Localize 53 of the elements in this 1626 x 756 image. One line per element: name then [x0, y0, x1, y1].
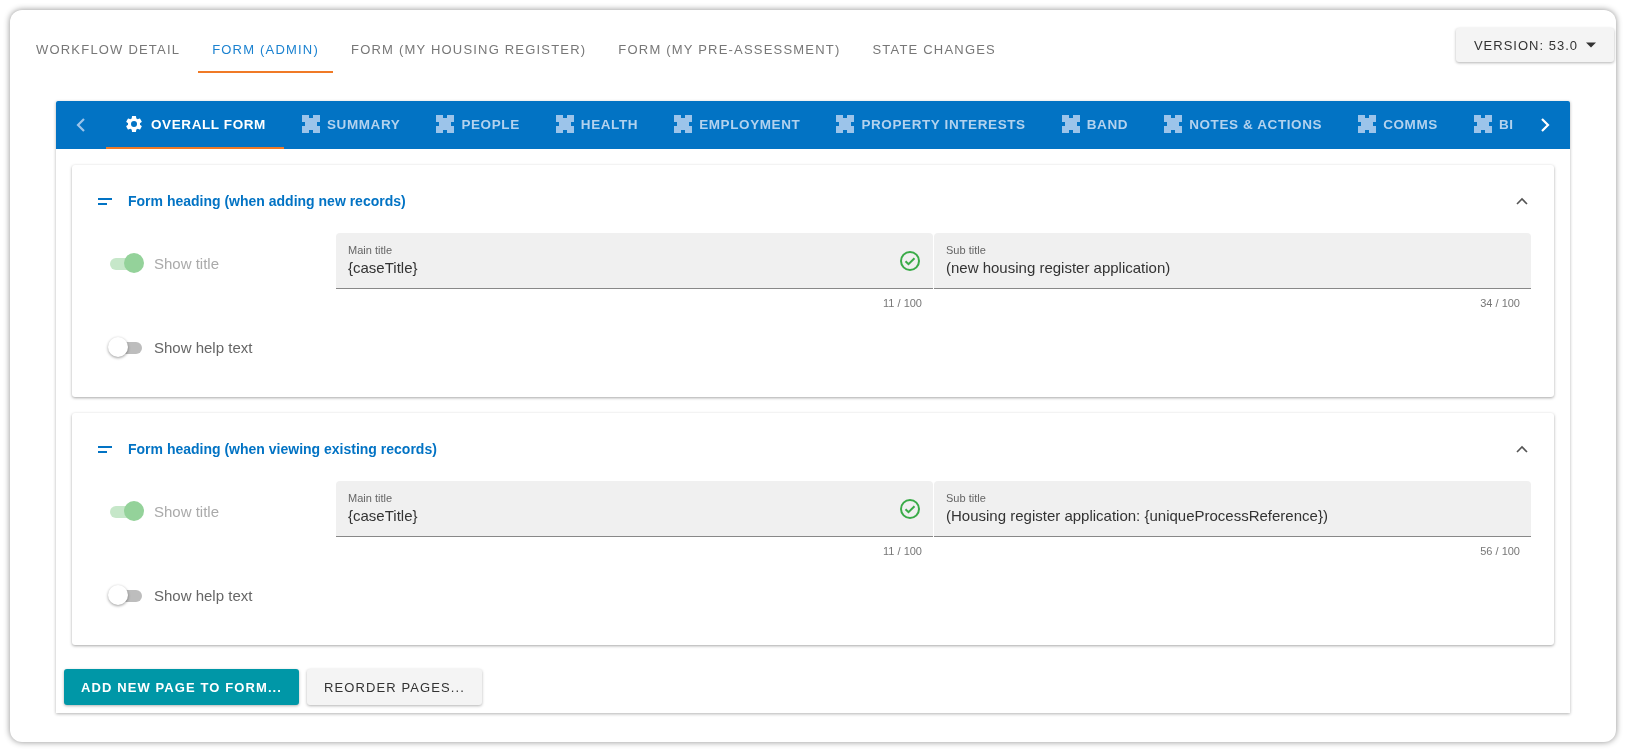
drag-handle-icon	[98, 445, 112, 453]
text-field[interactable]: Sub title (Housing register application: {uniqueProcessReference})	[934, 481, 1531, 537]
chevron-right-icon	[1540, 118, 1550, 132]
page-tab[interactable]: FORM (MY HOUSING REGISTER)	[337, 32, 601, 73]
reorder-button[interactable]: REORDER PAGES...	[307, 669, 482, 705]
toggle-switch[interactable]	[108, 585, 144, 605]
toggle-label: Show title	[154, 254, 220, 272]
section-tab[interactable]: PROPERTY INTERESTS	[818, 101, 1044, 149]
section-tab[interactable]: EMPLOYMENT	[656, 101, 819, 149]
page-tab[interactable]: FORM (ADMIN)	[198, 32, 333, 73]
drag-handle-icon	[98, 197, 112, 205]
character-counter: 11 / 100	[883, 296, 923, 309]
puzzle-icon	[1061, 115, 1080, 133]
page-tab[interactable]: FORM (MY PRE-ASSESSMENT)	[604, 32, 855, 73]
section-tab[interactable]: COMMS	[1340, 101, 1456, 149]
toggle-label: Show help text	[154, 586, 253, 604]
section-tab[interactable]: PEOPLE	[418, 101, 538, 149]
toggle-label: Show help text	[154, 338, 253, 356]
puzzle-icon	[674, 115, 693, 133]
page-tab[interactable]: WORKFLOW DETAIL	[22, 32, 195, 73]
section-tab[interactable]: SUMMARY	[283, 101, 419, 149]
chevron-up-icon	[1516, 197, 1528, 205]
puzzle-icon	[555, 115, 574, 133]
add-page-button[interactable]: ADD NEW PAGE TO FORM...	[64, 669, 300, 705]
chevron-left-icon	[76, 118, 86, 132]
text-field[interactable]: Sub title (new housing register application)	[934, 233, 1531, 289]
caret-icon	[1586, 42, 1596, 48]
character-counter: 11 / 100	[883, 544, 923, 557]
text-field[interactable]: Main title {caseTitle}	[336, 481, 933, 537]
section-tab[interactable]: OVERALL FORM	[106, 101, 284, 149]
page-tab[interactable]: STATE CHANGES	[858, 32, 1010, 73]
section-tab[interactable]: BI	[1455, 101, 1520, 149]
check-circle-icon	[899, 498, 921, 520]
version-dropdown[interactable]: VERSION: 53.0	[1455, 28, 1614, 62]
section-tab[interactable]: BAND	[1043, 101, 1147, 149]
chevron-up-icon	[1516, 445, 1528, 453]
settings-icon	[124, 114, 144, 134]
puzzle-icon	[1164, 115, 1183, 133]
puzzle-icon	[1358, 115, 1377, 133]
puzzle-icon	[301, 115, 320, 133]
section-tab[interactable]: NOTES & ACTIONS	[1146, 101, 1341, 149]
check-circle-icon	[899, 250, 921, 272]
section-title: Form heading (when viewing existing records)	[128, 441, 438, 457]
character-counter: 56 / 100	[1480, 544, 1521, 557]
puzzle-icon	[436, 115, 455, 133]
puzzle-icon	[1473, 115, 1492, 133]
section-tab[interactable]: HEALTH	[537, 101, 657, 149]
section-title: Form heading (when adding new records)	[128, 193, 407, 209]
toggle-switch[interactable]	[108, 337, 144, 357]
character-counter: 34 / 100	[1480, 296, 1521, 309]
toggle-label: Show title	[154, 502, 220, 520]
puzzle-icon	[836, 115, 855, 133]
text-field[interactable]: Main title {caseTitle}	[336, 233, 933, 289]
